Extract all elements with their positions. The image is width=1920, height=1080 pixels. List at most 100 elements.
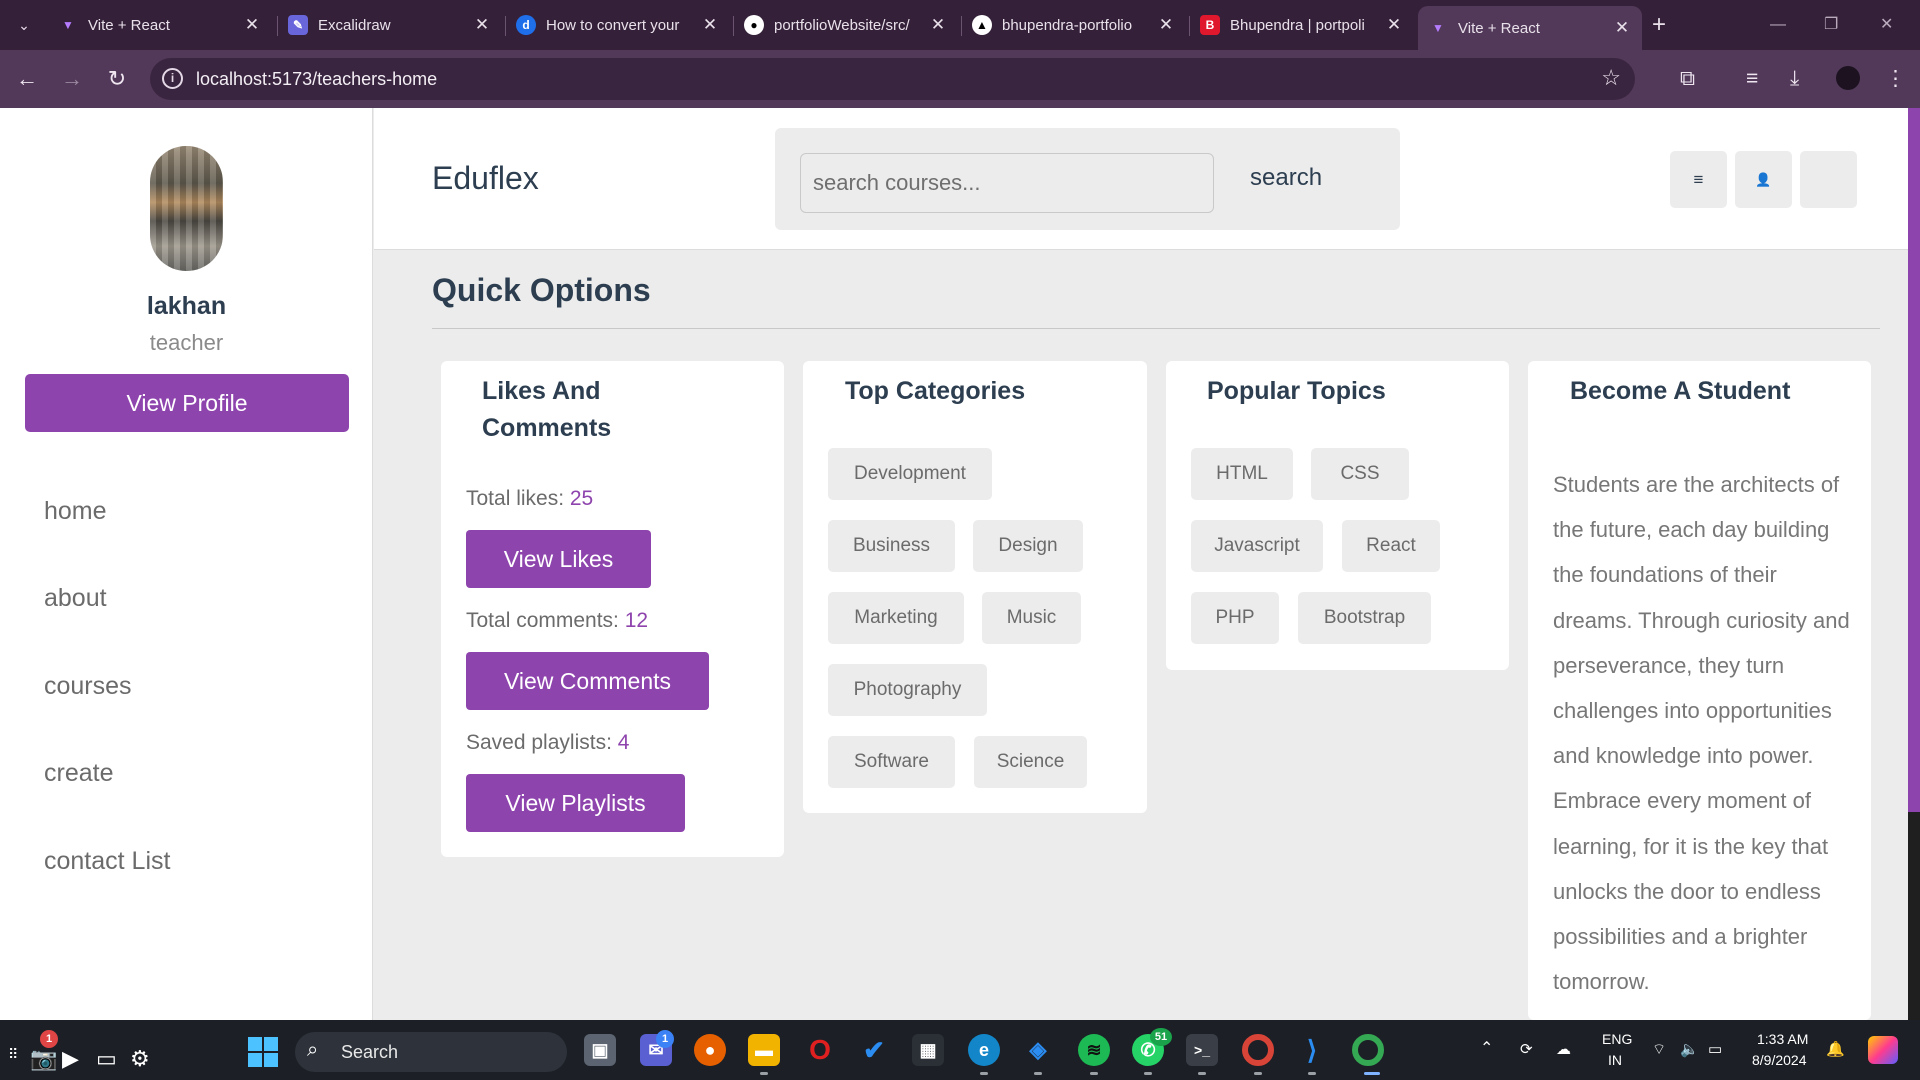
wifi-icon[interactable]: ⌔ [1652,1040,1666,1059]
card-title: Popular Topics [1207,377,1386,405]
scrollbar-track[interactable] [1908,812,1920,1020]
site-info-icon[interactable]: i [162,68,183,89]
topic-chip[interactable]: Bootstrap [1298,592,1431,644]
scrollbar-thumb[interactable] [1908,108,1920,812]
view-playlists-button[interactable]: View Playlists [466,774,685,832]
topic-chip[interactable]: React [1342,520,1440,572]
settings-gear-icon[interactable]: ⚙ [130,1046,150,1072]
chrome-profile-icon[interactable] [1242,1034,1274,1066]
chevron-up-icon[interactable]: ⌃ [1480,1038,1493,1058]
profile-avatar[interactable] [1836,66,1860,90]
close-icon[interactable]: ✕ [242,15,262,35]
widgets-icon[interactable]: ⠿ [8,1046,18,1063]
taskbar-search[interactable]: ⌕ Search [295,1032,567,1072]
close-window-icon[interactable]: ✕ [1880,10,1893,40]
bookmark-star-icon[interactable]: ☆ [1601,65,1621,91]
category-chip[interactable]: Design [973,520,1083,572]
copilot-icon[interactable] [1868,1036,1898,1064]
sidebar-item-about[interactable]: about [44,584,107,613]
user-role: teacher [149,330,224,355]
opera-icon[interactable]: O [804,1034,836,1066]
category-chip[interactable]: Music [982,592,1081,644]
tab-how-to-convert[interactable]: d How to convert your ✕ [506,8,730,42]
menu-icon[interactable]: ≡ [1670,151,1727,208]
download-icon[interactable]: ⤓ [1790,64,1799,94]
menu-kebab-icon[interactable]: ⋮ [1885,64,1906,94]
tab-vercel[interactable]: ▲ bhupendra-portfolio ✕ [962,8,1186,42]
video-icon[interactable]: ▶ [62,1046,79,1072]
notification-bell-icon[interactable]: 🔔 [1826,1040,1845,1058]
clock-date[interactable]: 8/9/2024 [1752,1052,1807,1068]
region-indicator[interactable]: IN [1608,1052,1622,1068]
language-indicator[interactable]: ENG [1602,1031,1632,1047]
task-view-icon[interactable]: ▣ [584,1034,616,1066]
extensions-icon[interactable]: ⧉ [1680,64,1695,94]
topic-chip[interactable]: PHP [1191,592,1279,644]
view-comments-button[interactable]: View Comments [466,652,709,710]
minimize-icon[interactable]: — [1770,10,1786,40]
tab-bhupendra[interactable]: B Bhupendra | portpoli ✕ [1190,8,1414,42]
category-chip[interactable]: Photography [828,664,987,716]
close-icon[interactable]: ✕ [1156,15,1176,35]
camera-icon[interactable]: 📷 [30,1046,57,1072]
tab-github[interactable]: ● portfolioWebsite/src/ ✕ [734,8,958,42]
store-icon[interactable]: ▦ [912,1034,944,1066]
tab-search-button[interactable]: ⌄ [8,10,40,40]
battery-icon[interactable]: ▭ [1708,1040,1722,1058]
back-icon[interactable]: ← [12,64,42,94]
forward-icon[interactable]: → [57,64,87,94]
vercel-icon: ▲ [972,15,992,35]
url-text[interactable]: localhost:5173/teachers-home [196,69,437,90]
todo-check-icon[interactable]: ✔ [858,1034,890,1066]
category-chip[interactable]: Science [974,736,1087,788]
user-icon[interactable]: 👤 [1735,151,1792,208]
search-button[interactable]: search [1250,164,1322,192]
taskbar-search-label: Search [341,1042,399,1062]
theme-toggle-button[interactable] [1800,151,1857,208]
address-bar[interactable]: i localhost:5173/teachers-home ☆ [150,58,1635,100]
media-control-icon[interactable]: ≡ [1746,64,1758,94]
onedrive-icon[interactable]: ☁ [1556,1040,1571,1058]
topic-chip[interactable]: CSS [1311,448,1409,500]
reload-icon[interactable]: ↻ [102,64,132,94]
category-chip[interactable]: Marketing [828,592,964,644]
start-button[interactable] [248,1037,278,1067]
folder-icon[interactable]: ▭ [96,1046,117,1072]
tab-vite-react-active[interactable]: ▼ Vite + React ✕ [1418,6,1642,50]
chrome-icon[interactable] [1352,1034,1384,1066]
vscode-icon[interactable]: ⟩ [1296,1034,1328,1066]
tab-excalidraw[interactable]: ✎ Excalidraw ✕ [278,8,502,42]
close-icon[interactable]: ✕ [472,15,492,35]
close-icon[interactable]: ✕ [1612,18,1632,38]
view-likes-button[interactable]: View Likes [466,530,651,588]
running-indicator [980,1072,988,1075]
volume-icon[interactable]: 🔈 [1680,1040,1699,1058]
category-chip[interactable]: Business [828,520,955,572]
search-input[interactable] [800,153,1214,213]
close-icon[interactable]: ✕ [700,15,720,35]
close-icon[interactable]: ✕ [928,15,948,35]
sidebar-item-home[interactable]: home [44,497,107,526]
user-name: lakhan [146,292,227,320]
topic-chip[interactable]: Javascript [1191,520,1323,572]
restore-icon[interactable]: ❐ [1824,10,1838,40]
tab-vite-react-1[interactable]: ▼ Vite + React ✕ [48,8,272,42]
edge-icon[interactable]: e [968,1034,1000,1066]
quick-assist-icon[interactable]: ◈ [1022,1034,1054,1066]
terminal-icon[interactable]: >_ [1186,1034,1218,1066]
close-icon[interactable]: ✕ [1384,15,1404,35]
logo[interactable]: Eduflex [432,160,539,197]
category-chip[interactable]: Software [828,736,955,788]
firefox-icon[interactable]: ● [694,1034,726,1066]
sidebar-item-create[interactable]: create [44,759,113,788]
spotify-icon[interactable]: ≋ [1078,1034,1110,1066]
topic-chip[interactable]: HTML [1191,448,1293,500]
clock-time[interactable]: 1:33 AM [1757,1031,1808,1047]
sync-icon[interactable]: ⟳ [1520,1040,1533,1058]
sidebar-item-courses[interactable]: courses [44,672,132,701]
file-explorer-icon[interactable]: ▬ [748,1034,780,1066]
view-profile-button[interactable]: View Profile [25,374,349,432]
sidebar-item-contact-list[interactable]: contact List [44,847,170,876]
category-chip[interactable]: Development [828,448,992,500]
new-tab-button[interactable]: + [1652,10,1666,40]
